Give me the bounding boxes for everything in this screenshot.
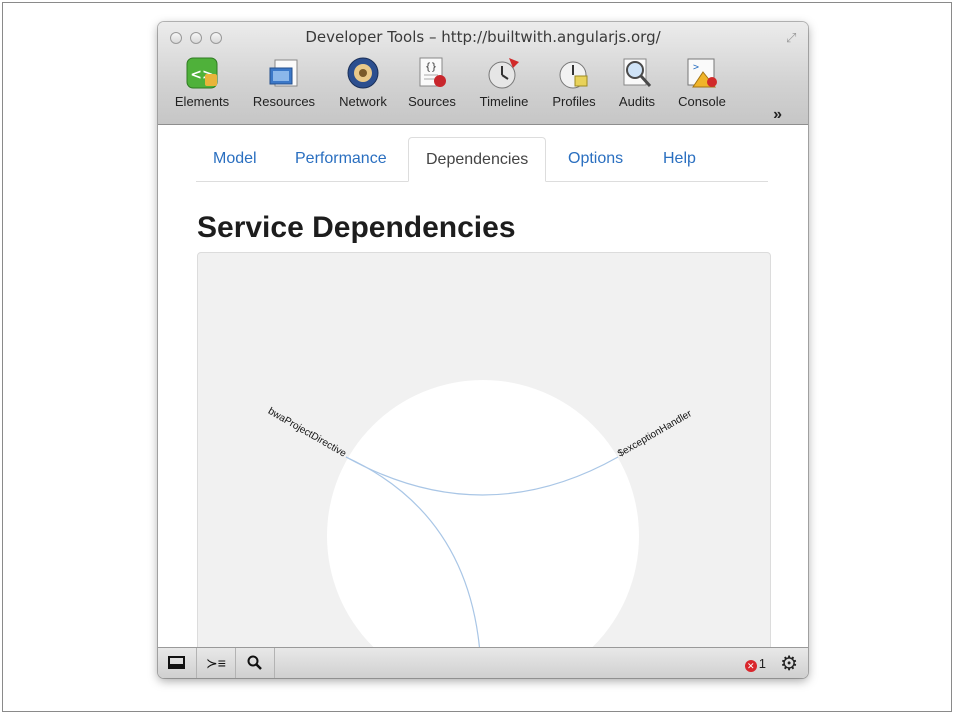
toolbar-label: Resources	[252, 94, 316, 109]
resources-icon	[267, 56, 301, 90]
toolbar-label: Sources	[408, 94, 456, 109]
toolbar-audits[interactable]: Audits	[612, 56, 662, 109]
audits-icon	[620, 56, 654, 90]
more-panels-button[interactable]: »	[773, 106, 782, 124]
error-count-text: 1	[758, 656, 766, 671]
panel-toolbar: <> Elements Resources Network {} Sources…	[158, 52, 808, 124]
profiles-icon	[557, 56, 591, 90]
elements-icon: <>	[185, 56, 219, 90]
dock-icon[interactable]	[158, 648, 197, 678]
toolbar-label: Audits	[618, 94, 656, 109]
dependency-graph: bwaProjectDirective $exceptionHandler	[197, 252, 771, 647]
tab-dependencies[interactable]: Dependencies	[408, 137, 547, 182]
node-label[interactable]: bwaProjectDirective	[266, 406, 348, 460]
toolbar-label: Network	[339, 94, 387, 109]
network-icon	[346, 56, 380, 90]
toolbar-elements[interactable]: <> Elements	[170, 56, 234, 109]
toolbar-label: Profiles	[552, 94, 596, 109]
toolbar-label: Elements	[174, 94, 230, 109]
timeline-icon	[487, 56, 521, 90]
tab-bar: Model Performance Dependencies Options H…	[196, 125, 768, 182]
toolbar-network[interactable]: Network	[332, 56, 394, 109]
toolbar-label: Timeline	[479, 94, 529, 109]
node-label[interactable]: $exceptionHandler	[616, 408, 694, 460]
console-toggle-icon[interactable]: ≻≡	[197, 648, 236, 678]
status-bar: ≻≡ ✕ 1 ⚙	[158, 647, 808, 678]
tab-model[interactable]: Model	[196, 137, 274, 181]
toolbar-sources[interactable]: {} Sources	[404, 56, 460, 109]
console-icon: >	[685, 56, 719, 90]
page-title: Service Dependencies	[197, 211, 516, 244]
graph-circle	[327, 380, 639, 647]
fullscreen-icon[interactable]: ⤢	[786, 30, 800, 45]
tab-options[interactable]: Options	[551, 137, 640, 181]
tab-help[interactable]: Help	[646, 137, 713, 181]
toolbar-label: Console	[678, 94, 726, 109]
tab-performance[interactable]: Performance	[278, 137, 404, 181]
svg-text:>: >	[693, 62, 699, 73]
error-icon: ✕	[744, 660, 757, 672]
gear-icon[interactable]: ⚙	[780, 651, 798, 676]
devtools-window: Developer Tools – http://builtwith.angul…	[158, 22, 808, 678]
sources-icon: {}	[415, 56, 449, 90]
toolbar-console[interactable]: > Console	[672, 56, 732, 109]
svg-text:{}: {}	[425, 62, 437, 73]
toolbar-resources[interactable]: Resources	[246, 56, 322, 109]
window-title: Developer Tools – http://builtwith.angul…	[305, 28, 661, 46]
title-bar: Developer Tools – http://builtwith.angul…	[158, 22, 808, 125]
panel-content: Model Performance Dependencies Options H…	[158, 125, 808, 647]
search-icon[interactable]	[236, 648, 275, 678]
error-count[interactable]: ✕ 1	[744, 656, 766, 672]
toolbar-profiles[interactable]: Profiles	[546, 56, 602, 109]
toolbar-timeline[interactable]: Timeline	[472, 56, 536, 109]
